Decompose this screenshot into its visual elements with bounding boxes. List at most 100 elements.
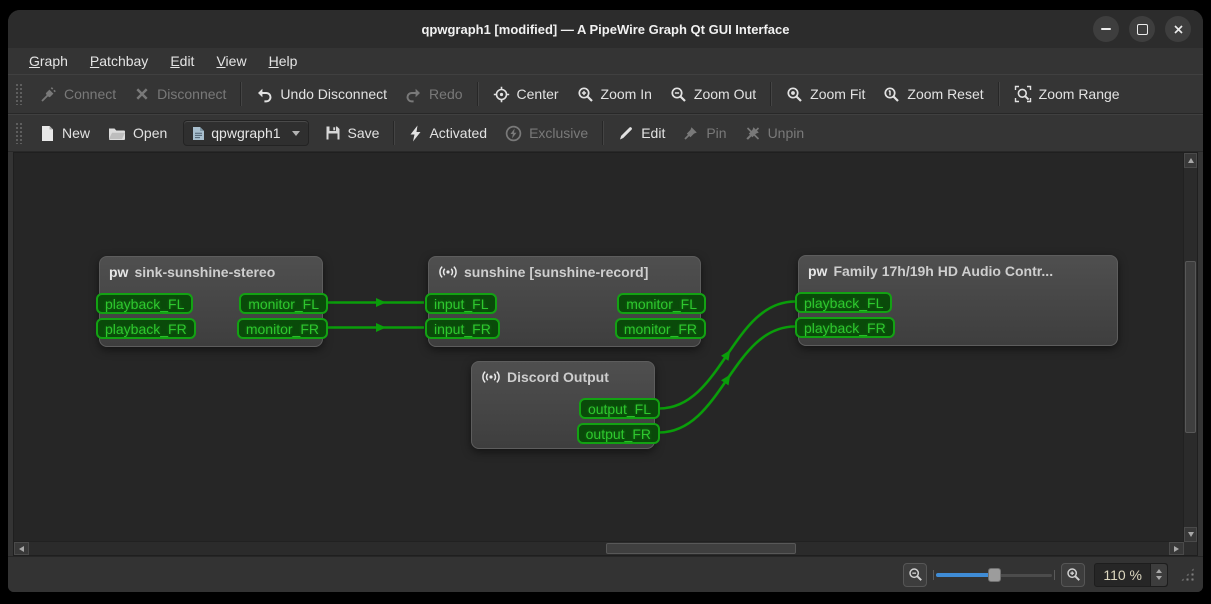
toolbar-drag-handle[interactable] [15,83,24,105]
horizontal-scrollbar-thumb[interactable] [606,543,796,554]
connect-icon [41,86,56,102]
port-monitor_FL[interactable]: monitor_FL [617,293,706,314]
arrow-up-icon [1187,158,1194,163]
arrowhead [376,298,386,307]
maximize-icon [1136,23,1148,35]
minimize-icon [1101,28,1111,30]
center-button[interactable]: Center [484,80,568,109]
horizontal-scrollbar[interactable] [14,541,1184,555]
patchbay-profile-select[interactable]: qpwgraph1 [183,120,309,146]
zoom-percent-value: 110 % [1103,566,1142,583]
redo-button[interactable]: Redo [396,80,471,109]
undo-button[interactable]: Undo Disconnect [247,80,396,109]
zoom-range-button[interactable]: Zoom Range [1005,79,1129,109]
window-resize-grip[interactable] [1180,567,1195,582]
patchbay-canvas[interactable]: pw sink-sunshine-stereo playback_FL play… [13,152,1198,556]
new-file-icon [42,125,53,141]
port-monitor_FR[interactable]: monitor_FR [236,318,328,339]
scroll-up-button[interactable] [1184,153,1197,168]
exclusive-bolt-icon [505,125,522,141]
edit-button[interactable]: Edit [609,119,674,147]
port-monitor_FR[interactable]: monitor_FR [614,318,706,339]
menu-patchbay[interactable]: Patchbay [81,51,157,71]
scrollbar-corner [1184,542,1197,555]
arrow-right-icon [1174,545,1179,552]
zoom-out-button[interactable]: Zoom Out [661,80,765,109]
spinbox-steppers[interactable] [1150,563,1167,586]
port-output_FR[interactable]: output_FR [576,423,660,444]
zoom-percent-spinbox[interactable]: 110 % [1094,562,1168,587]
unpin-icon [745,127,759,140]
broadcast-icon [439,266,457,278]
new-button[interactable]: New [31,119,99,148]
unpin-button[interactable]: Unpin [736,119,814,147]
activated-button[interactable]: Activated [400,119,496,148]
scroll-right-button[interactable] [1169,542,1184,555]
node-title: sink-sunshine-stereo [134,264,276,280]
titlebar[interactable]: qpwgraph1 [modified] — A PipeWire Graph … [8,10,1203,48]
minimize-button[interactable] [1093,16,1119,42]
save-button[interactable]: Save [316,119,389,147]
toolbar-patchbay: New Open qpwgraph1 Save Activated Exclus… [8,114,1203,152]
port-input_FR[interactable]: input_FR [425,318,500,339]
menu-graph[interactable]: Graph [20,51,77,71]
node-family-hd-audio[interactable]: pw Family 17h/19h HD Audio Contr... play… [795,255,1118,346]
zoom-out-icon [671,86,686,102]
menubar: Graph Patchbay Edit View Help [8,48,1203,74]
port-playback_FR[interactable]: playback_FR [96,318,196,339]
undo-icon [258,88,272,102]
node-title: Family 17h/19h HD Audio Contr... [833,263,1054,279]
zoom-fit-button[interactable]: Zoom Fit [777,80,874,109]
port-input_FL[interactable]: input_FL [425,293,498,314]
port-monitor_FL[interactable]: monitor_FL [239,293,328,314]
pin-button[interactable]: Pin [674,119,735,147]
close-button[interactable] [1165,16,1191,42]
patchbay-file-icon [193,126,205,140]
exclusive-button[interactable]: Exclusive [496,119,597,148]
pin-icon [684,127,698,140]
maximize-button[interactable] [1129,16,1155,42]
zoom-in-button[interactable]: Zoom In [568,80,661,109]
statusbar-zoom-out-button[interactable] [903,562,928,587]
node-header: pw Family 17h/19h HD Audio Contr... [799,256,1117,279]
app-window: qpwgraph1 [modified] — A PipeWire Graph … [8,10,1203,592]
disconnect-icon [136,88,148,100]
toolbar-graph: Connect Disconnect Undo Disconnect Redo … [8,74,1203,114]
save-icon [326,126,340,140]
vertical-scrollbar[interactable] [1183,153,1197,542]
edit-pencil-icon [620,127,633,140]
port-playback_FL[interactable]: playback_FL [795,292,893,313]
node-title: Discord Output [507,369,609,385]
toolbar-separator [997,82,1000,106]
node-sink-sunshine-stereo[interactable]: pw sink-sunshine-stereo playback_FL play… [96,256,328,347]
node-sunshine[interactable]: sunshine [sunshine-record] input_FL inpu… [425,256,706,347]
activated-bolt-icon [410,125,421,141]
connection-lines [328,298,796,434]
spin-down-icon [1156,576,1162,580]
center-icon [493,86,509,102]
arrowhead [376,323,386,332]
node-discord-output[interactable]: Discord Output output_FL output_FR [471,361,660,449]
port-playback_FL[interactable]: playback_FL [96,293,194,314]
redo-icon [406,88,421,102]
menu-help[interactable]: Help [260,51,307,71]
toolbar-drag-handle[interactable] [15,122,24,144]
toolbar-separator [770,82,773,106]
open-button[interactable]: Open [99,119,176,147]
zoom-slider[interactable] [933,566,1056,584]
menu-view[interactable]: View [207,51,255,71]
zoom-in-icon [577,86,593,102]
connect-button[interactable]: Connect [31,80,125,109]
zoom-reset-button[interactable]: Zoom Reset [874,80,992,109]
scroll-left-button[interactable] [14,542,29,555]
port-playback_FR[interactable]: playback_FR [795,317,895,338]
disconnect-button[interactable]: Disconnect [125,80,235,108]
menu-edit[interactable]: Edit [161,51,203,71]
node-header: sunshine [sunshine-record] [429,257,700,280]
vertical-scrollbar-thumb[interactable] [1185,261,1196,433]
zoom-slider-handle[interactable] [988,567,1002,582]
port-output_FL[interactable]: output_FL [578,398,660,419]
statusbar-zoom-in-button[interactable] [1061,562,1086,587]
scroll-down-button[interactable] [1184,527,1197,542]
toolbar-separator [393,121,396,145]
